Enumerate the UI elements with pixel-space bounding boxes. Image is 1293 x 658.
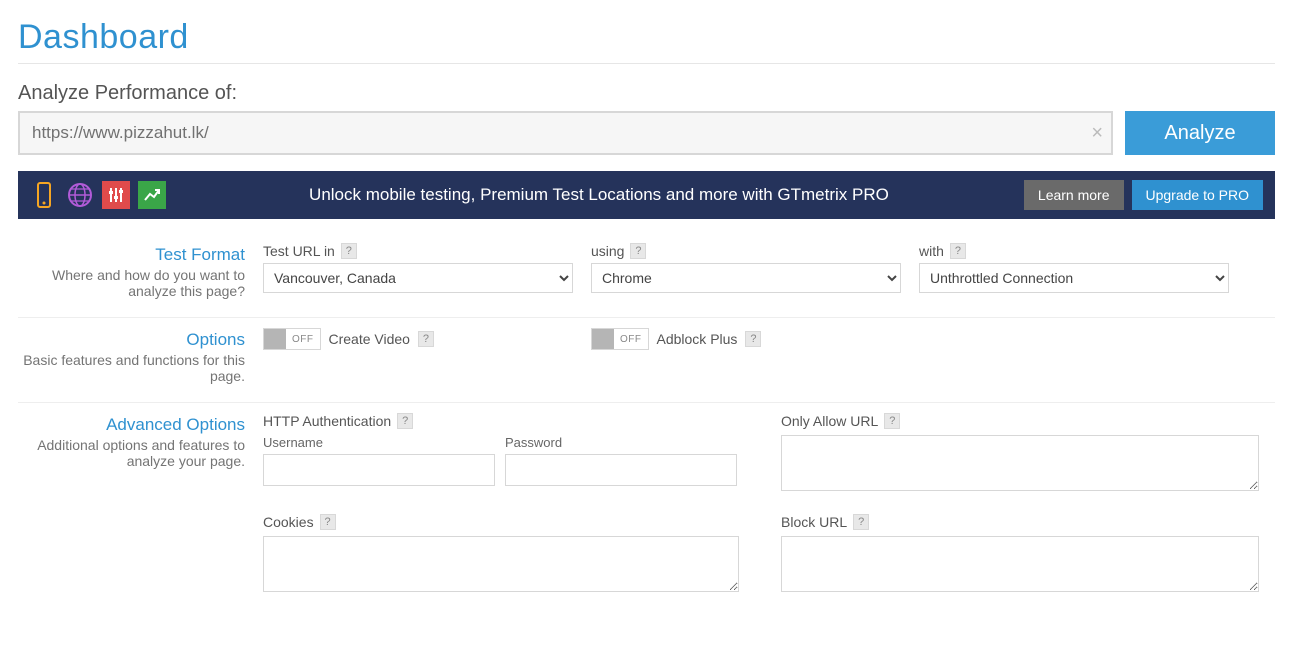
help-icon[interactable]: ? [320,514,336,530]
url-input[interactable] [18,111,1113,155]
learn-more-button[interactable]: Learn more [1024,180,1124,210]
help-icon[interactable]: ? [341,243,357,259]
options-desc: Basic features and functions for this pa… [18,352,245,384]
adblock-label: Adblock Plus [657,331,738,347]
pro-banner-text: Unlock mobile testing, Premium Test Loca… [174,185,1024,205]
test-url-in-label: Test URL in [263,243,335,259]
test-format-title: Test Format [18,245,245,265]
password-label: Password [505,435,737,450]
advanced-desc: Additional options and features to analy… [18,437,245,469]
test-format-desc: Where and how do you want to analyze thi… [18,267,245,299]
help-icon[interactable]: ? [884,413,900,429]
divider [18,63,1275,64]
help-icon[interactable]: ? [397,413,413,429]
clear-icon[interactable]: × [1091,123,1103,143]
chart-up-icon [138,181,166,209]
help-icon[interactable]: ? [418,331,434,347]
location-select[interactable]: Vancouver, Canada [263,263,573,293]
analyze-button[interactable]: Analyze [1125,111,1275,155]
connection-select[interactable]: Unthrottled Connection [919,263,1229,293]
help-icon[interactable]: ? [853,514,869,530]
block-url-textarea[interactable] [781,536,1259,592]
password-input[interactable] [505,454,737,486]
only-allow-url-label: Only Allow URL [781,413,878,429]
username-input[interactable] [263,454,495,486]
advanced-title: Advanced Options [18,415,245,435]
help-icon[interactable]: ? [950,243,966,259]
only-allow-url-textarea[interactable] [781,435,1259,491]
page-title: Dashboard [18,18,1275,57]
options-title: Options [18,330,245,350]
globe-icon [66,181,94,209]
adblock-toggle[interactable]: OFF [591,328,649,350]
analyze-section-label: Analyze Performance of: [18,82,1275,105]
block-url-label: Block URL [781,514,847,530]
pro-banner-icons [30,181,166,209]
create-video-label: Create Video [329,331,410,347]
using-label: using [591,243,624,259]
sliders-icon [102,181,130,209]
username-label: Username [263,435,495,450]
help-icon[interactable]: ? [630,243,646,259]
cookies-label: Cookies [263,514,314,530]
cookies-textarea[interactable] [263,536,739,592]
with-label: with [919,243,944,259]
help-icon[interactable]: ? [745,331,761,347]
mobile-icon [30,181,58,209]
http-auth-label: HTTP Authentication [263,413,391,429]
upgrade-pro-button[interactable]: Upgrade to PRO [1132,180,1264,210]
create-video-toggle[interactable]: OFF [263,328,321,350]
browser-select[interactable]: Chrome [591,263,901,293]
pro-banner: Unlock mobile testing, Premium Test Loca… [18,171,1275,219]
url-input-wrap: × [18,111,1113,155]
